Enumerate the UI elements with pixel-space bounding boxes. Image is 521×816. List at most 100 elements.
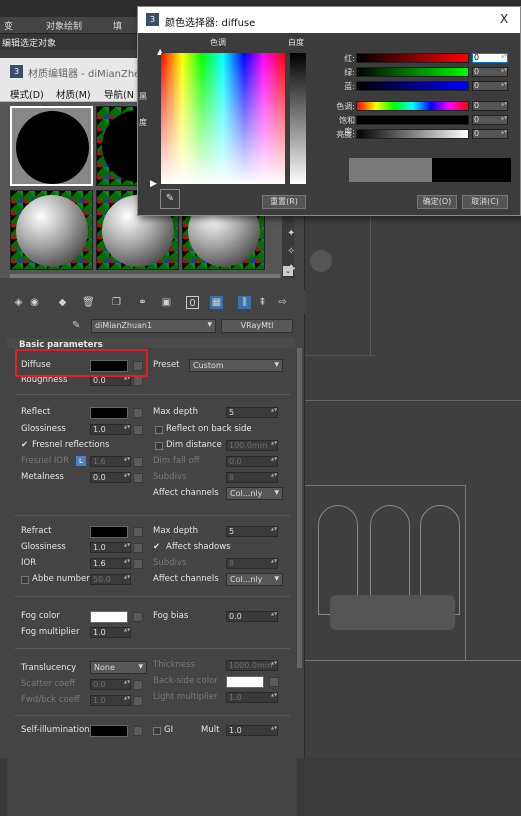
material-type-button[interactable]: VRayMtl: [221, 319, 293, 333]
ok-button[interactable]: 确定(O): [417, 195, 457, 209]
params-scrollbar[interactable]: [297, 348, 302, 668]
green-slider[interactable]: [356, 67, 469, 77]
glossiness-map-button[interactable]: [133, 425, 143, 435]
ior-spinner[interactable]: 1.6: [90, 558, 131, 569]
tab-3[interactable]: 填: [113, 19, 122, 32]
subdivs-spinner[interactable]: 8: [226, 472, 278, 483]
thickness-spinner[interactable]: 1000.0mm: [226, 660, 278, 671]
sample-slot-1[interactable]: [10, 106, 93, 186]
fresnel-ior-map-button[interactable]: [133, 457, 143, 467]
delete-icon[interactable]: 🗑: [82, 296, 95, 309]
put-material-icon[interactable]: ◉: [28, 296, 41, 309]
cancel-button[interactable]: 取消(C): [462, 195, 508, 209]
roughness-map-button[interactable]: [133, 376, 143, 386]
blackness-marker-icon[interactable]: ▶: [150, 179, 157, 189]
tab-1[interactable]: 变: [4, 19, 13, 32]
menu-navigation[interactable]: 导航(N: [104, 87, 134, 101]
metalness-spinner[interactable]: 0.0: [90, 472, 131, 483]
mult-spinner[interactable]: 1.0: [226, 725, 278, 736]
refr-affect-channels-dropdown[interactable]: Col...nly: [226, 573, 283, 586]
paint-icon[interactable]: ✦: [287, 228, 295, 239]
refract-map-button[interactable]: [133, 527, 143, 537]
ior-map-button[interactable]: [133, 559, 143, 569]
go-parent-icon[interactable]: ⇞: [256, 296, 269, 309]
light-multiplier-spinner[interactable]: 1.0: [226, 692, 278, 703]
whiteness-bar[interactable]: [290, 53, 306, 184]
hue-spinner[interactable]: 0: [472, 101, 508, 111]
fresnel-checkbox[interactable]: ✔: [21, 440, 28, 450]
reflect-color-swatch[interactable]: [90, 407, 128, 419]
refr-subdivs-spinner[interactable]: 8: [226, 558, 278, 569]
reflect-map-button[interactable]: [133, 408, 143, 418]
material-name-bar: ✎ diMianZhuan1 VRayMtl: [0, 316, 305, 338]
tab-object-paint[interactable]: 对象绘制: [46, 19, 82, 32]
unique-icon[interactable]: ⚭: [136, 296, 149, 309]
max-depth-spinner[interactable]: 5: [226, 407, 278, 418]
affect-channels-dropdown[interactable]: Col...nly: [226, 487, 283, 500]
eyedropper-icon[interactable]: ✎: [160, 189, 180, 209]
saturation-slider[interactable]: [356, 115, 469, 125]
put-library-icon[interactable]: ▣: [160, 296, 173, 309]
glossiness-spinner[interactable]: 1.0: [90, 424, 131, 435]
fog-color-swatch[interactable]: [90, 611, 128, 623]
fog-bias-spinner[interactable]: 0.0: [226, 611, 278, 622]
show-map-icon[interactable]: ▦: [210, 296, 223, 309]
fog-color-map-button[interactable]: [133, 612, 143, 622]
hue-field[interactable]: [161, 53, 285, 184]
abbe-spinner[interactable]: 50.0: [90, 574, 131, 585]
copy-icon[interactable]: ❐: [110, 296, 123, 309]
refr-max-depth-spinner[interactable]: 5: [226, 526, 278, 537]
preset-label: Preset: [153, 360, 180, 370]
blue-slider[interactable]: [356, 81, 469, 91]
get-material-icon[interactable]: ◈: [12, 296, 25, 309]
dim-distance-checkbox[interactable]: [155, 442, 163, 450]
backside-color-swatch[interactable]: [226, 676, 264, 688]
options-icon[interactable]: ✧: [287, 246, 295, 257]
reset-button[interactable]: 重置(R): [262, 195, 306, 209]
slot-scrollbar[interactable]: [10, 274, 280, 278]
saturation-spinner[interactable]: 0: [472, 115, 508, 125]
menu-material[interactable]: 材质(M): [56, 87, 91, 101]
green-spinner[interactable]: 0: [472, 67, 508, 77]
go-sibling-icon[interactable]: ⇨: [276, 296, 289, 309]
red-spinner[interactable]: 0: [472, 53, 508, 63]
refract-color-swatch[interactable]: [90, 526, 128, 538]
self-illum-map-button[interactable]: [133, 726, 143, 736]
select-icon[interactable]: ✣: [287, 264, 295, 275]
refract-label: Refract: [21, 526, 52, 536]
backside-map-button[interactable]: [269, 677, 279, 687]
fwd-bck-map-button[interactable]: [133, 696, 143, 706]
blue-spinner[interactable]: 0: [472, 81, 508, 91]
material-name-dropdown[interactable]: diMianZhuan1: [91, 319, 216, 333]
hue-slider[interactable]: [356, 101, 469, 111]
sample-slot-4[interactable]: [10, 190, 93, 270]
material-id-icon[interactable]: 0: [186, 296, 199, 309]
refr-glossiness-spinner[interactable]: 1.0: [90, 542, 131, 553]
menu-mode[interactable]: 模式(D): [10, 87, 44, 101]
brightness-spinner[interactable]: 0: [472, 129, 508, 139]
fwd-bck-spinner[interactable]: 1.0: [90, 695, 131, 706]
refr-glossiness-map-button[interactable]: [133, 543, 143, 553]
metalness-map-button[interactable]: [133, 473, 143, 483]
assign-icon[interactable]: ◆: [56, 296, 69, 309]
close-icon[interactable]: X: [500, 12, 508, 26]
reflect-back-checkbox[interactable]: [155, 426, 163, 434]
show-end-result-icon[interactable]: ⫼: [238, 296, 251, 309]
translucency-dropdown[interactable]: None: [90, 661, 147, 674]
preset-dropdown[interactable]: Custom: [189, 359, 283, 372]
scatter-coeff-map-button[interactable]: [133, 680, 143, 690]
abbe-checkbox[interactable]: [21, 576, 29, 584]
self-illum-color-swatch[interactable]: [90, 725, 128, 737]
dim-distance-spinner[interactable]: 100.0mm: [226, 440, 278, 451]
refr-glossiness-label: Glossiness: [21, 542, 66, 552]
fresnel-ior-spinner[interactable]: 1.6: [90, 456, 131, 467]
eyedropper-icon[interactable]: ✎: [72, 320, 80, 331]
dim-falloff-spinner[interactable]: 0.0: [226, 456, 278, 467]
affect-shadows-checkbox[interactable]: ✔: [153, 542, 160, 552]
brightness-slider[interactable]: [356, 129, 469, 139]
red-slider[interactable]: [356, 53, 469, 63]
lock-button[interactable]: L: [76, 456, 86, 466]
fog-multiplier-spinner[interactable]: 1.0: [90, 627, 131, 638]
scatter-coeff-spinner[interactable]: 0.0: [90, 679, 131, 690]
gi-checkbox[interactable]: [153, 727, 161, 735]
